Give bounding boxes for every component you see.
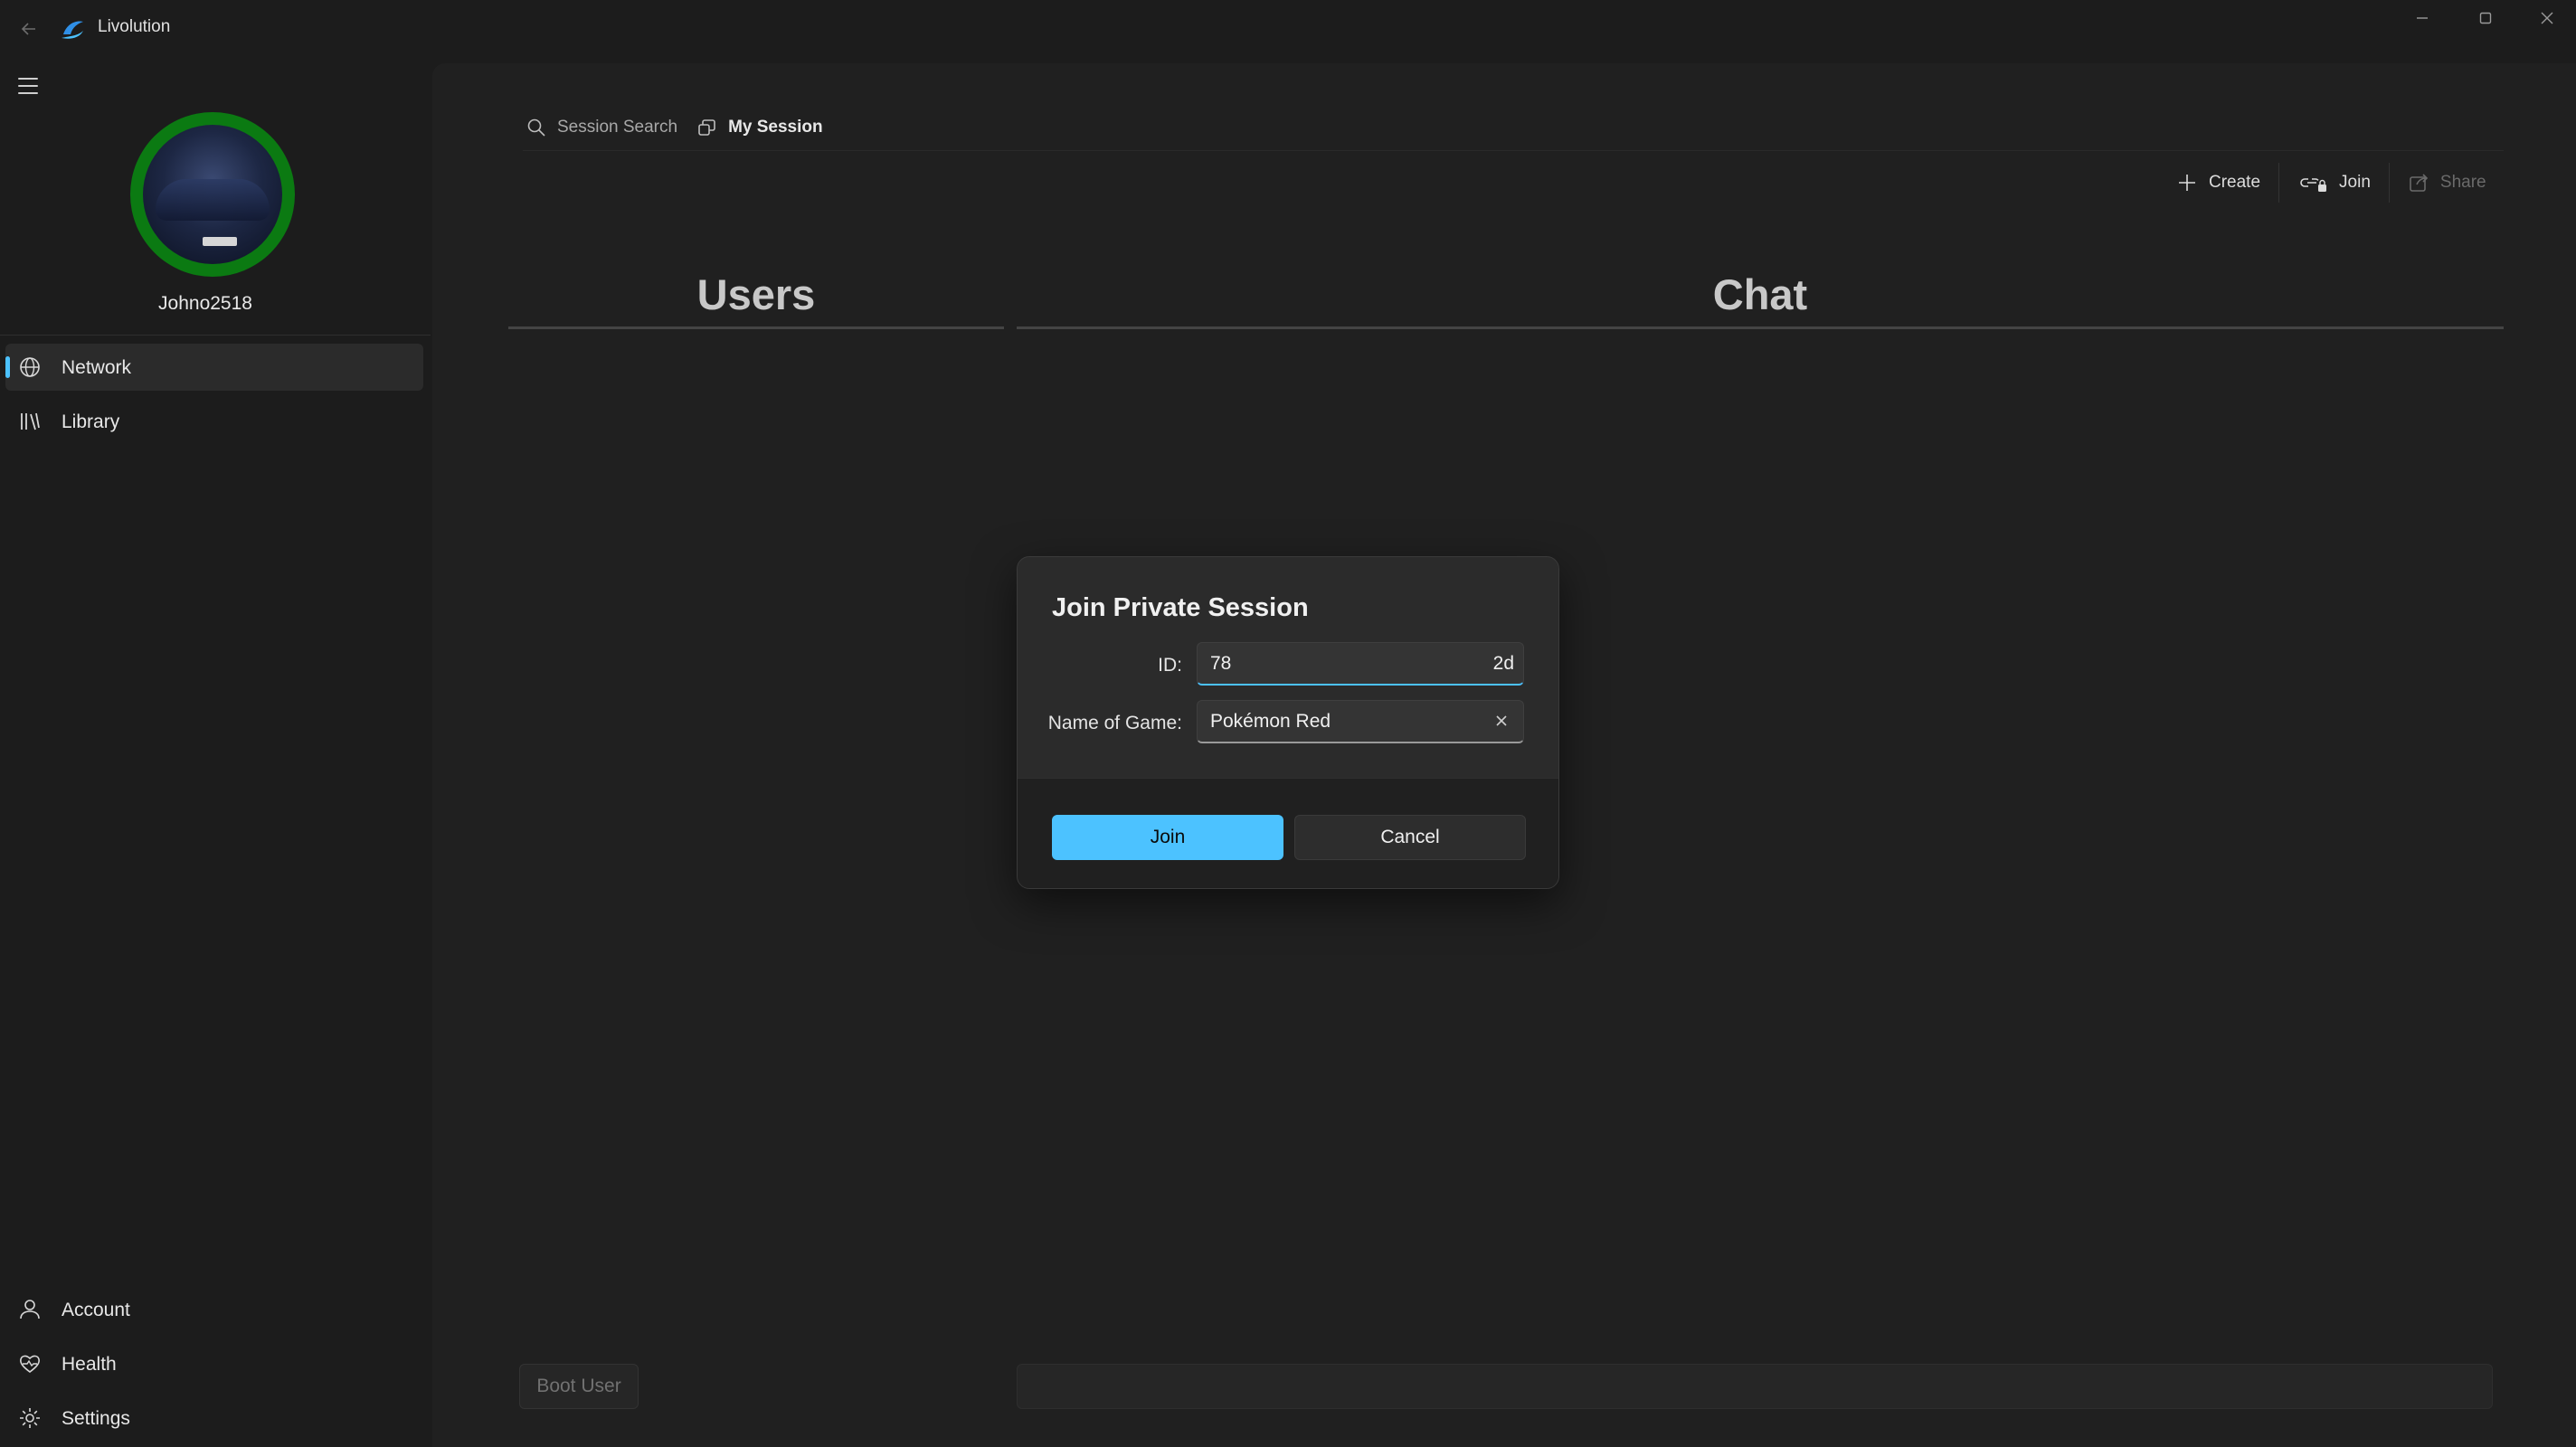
clear-icon[interactable] [1492,712,1511,730]
join-private-session-dialog: Join Private Session ID: 78 2d Name of G… [1017,556,1559,889]
game-name-label: Name of Game: [1047,713,1182,733]
session-id-input[interactable]: 78 2d [1197,642,1524,686]
session-id-value: 78 [1210,652,1232,674]
dialog-overlay: Join Private Session ID: 78 2d Name of G… [0,0,2576,1447]
session-id-value-tail: 2d [1492,653,1514,674]
dialog-footer: Join Cancel [1018,778,1558,888]
join-session-button[interactable]: Join [1052,815,1283,860]
cancel-button[interactable]: Cancel [1294,815,1526,860]
dialog-title: Join Private Session [1052,593,1309,622]
game-name-input[interactable]: Pokémon Red [1197,700,1524,743]
id-label: ID: [1158,655,1182,676]
game-name-value: Pokémon Red [1210,710,1331,732]
